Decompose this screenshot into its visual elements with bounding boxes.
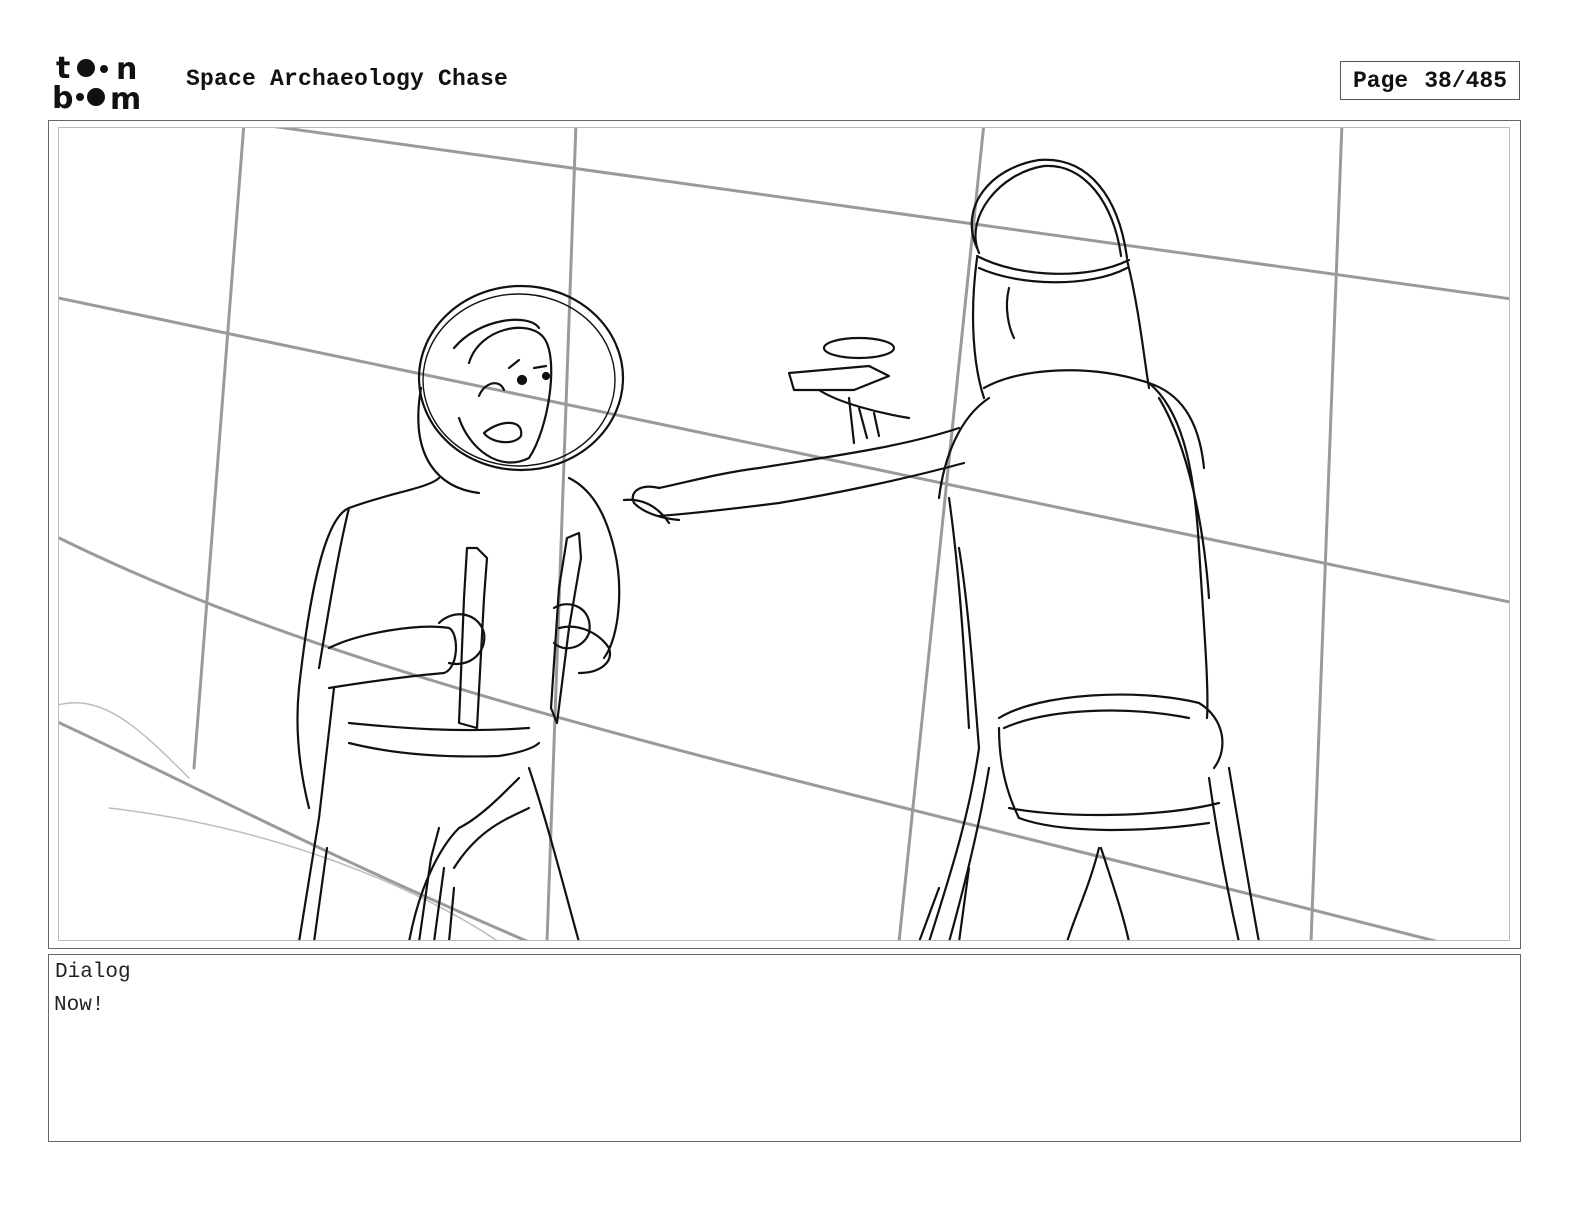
dialog-label: Dialog — [55, 961, 131, 984]
page-indicator: Page 38/485 — [1340, 61, 1520, 100]
dialog-text: Now! — [54, 994, 105, 1017]
svg-text:m: m — [110, 82, 141, 112]
page-label: Page — [1352, 67, 1409, 94]
dialog-box — [48, 954, 1521, 1142]
toon-boom-logo: t n b m — [52, 52, 164, 112]
storyboard-sketch — [58, 127, 1510, 941]
project-title: Space Archaeology Chase — [186, 66, 509, 92]
svg-text:b: b — [52, 81, 73, 112]
page-number: 38/485 — [1424, 67, 1508, 94]
